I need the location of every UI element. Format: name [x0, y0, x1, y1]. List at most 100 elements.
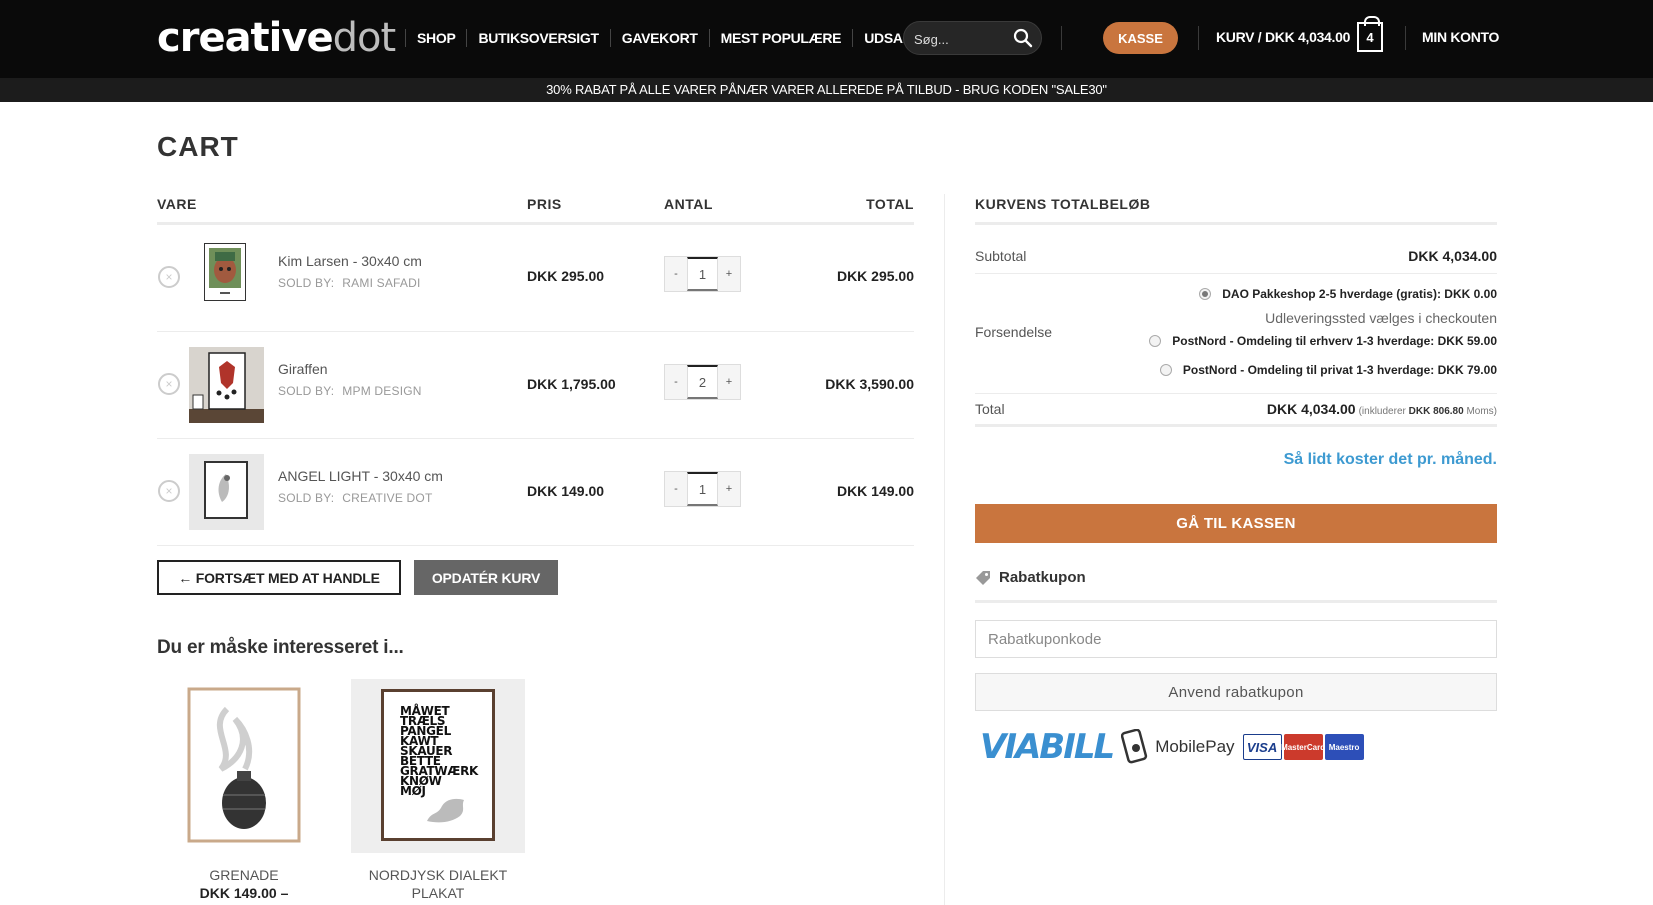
- header-divider: [1061, 26, 1062, 50]
- sold-by: SOLD BY: RAMI SAFADI: [278, 276, 421, 290]
- vat-suffix: Moms): [1466, 406, 1497, 417]
- header-divider: [1405, 26, 1406, 50]
- coupon-title: Rabatkupon: [999, 569, 1086, 586]
- qty-decrease-button[interactable]: -: [665, 472, 687, 506]
- main-nav: SHOP BUTIKSOVERSIGT GAVEKORT MEST POPULÆ…: [405, 28, 933, 48]
- qty-decrease-button[interactable]: -: [665, 257, 687, 291]
- product-name[interactable]: Giraffen: [278, 361, 328, 377]
- column-header-price: PRIS: [527, 196, 562, 212]
- cross-sell-title: Du er måske interesseret i...: [157, 637, 404, 658]
- shipping-option[interactable]: DAO Pakkeshop 2-5 hverdage (gratis): DKK…: [1199, 287, 1497, 301]
- cross-sell-name[interactable]: GRENADE: [157, 866, 331, 884]
- cart-row: × Kim Larsen - 30x40 cm SOLD BY: RAMI SAF…: [157, 225, 914, 332]
- order-total: DKK 4,034.00: [1266, 401, 1356, 417]
- proceed-to-checkout-button[interactable]: GÅ TIL KASSEN: [975, 504, 1497, 543]
- qty-increase-button[interactable]: +: [718, 365, 740, 399]
- sold-by-label: SOLD BY:: [278, 491, 335, 505]
- header-checkout-button[interactable]: KASSE: [1103, 22, 1178, 54]
- product-thumbnail[interactable]: [189, 454, 264, 530]
- nav-mest-populaere[interactable]: MEST POPULÆRE: [710, 30, 853, 46]
- radio-icon[interactable]: [1149, 335, 1162, 347]
- subtotal-value: DKK 4,034.00: [1408, 248, 1497, 264]
- qty-increase-button[interactable]: +: [718, 257, 740, 291]
- nav-shop[interactable]: SHOP: [406, 30, 466, 46]
- shipping-option[interactable]: PostNord - Omdeling til privat 1-3 hverd…: [1159, 363, 1497, 377]
- cross-sell-price: DKK 149.00 –: [199, 885, 289, 901]
- cart-bag-icon[interactable]: 4: [1357, 16, 1383, 52]
- radio-selected-icon[interactable]: [1199, 288, 1212, 300]
- product-thumbnail[interactable]: [189, 347, 264, 423]
- close-icon: ×: [165, 270, 173, 284]
- remove-item-button[interactable]: ×: [158, 266, 180, 288]
- search-icon[interactable]: [1013, 28, 1033, 48]
- product-thumbnail[interactable]: [204, 243, 246, 301]
- column-header-product: VARE: [157, 196, 197, 212]
- cart-row: × Giraffen SOLD BY: MPM DESIGN DKK 1,795.…: [157, 332, 914, 439]
- shipping-label: Forsendelse: [975, 324, 1053, 340]
- shipping-option-label: DAO Pakkeshop 2-5 hverdage (gratis): DKK…: [1222, 287, 1497, 301]
- qty-increase-button[interactable]: +: [718, 472, 740, 506]
- grenade-poster-image: [187, 687, 301, 843]
- my-account-link[interactable]: MIN KONTO: [1422, 29, 1499, 45]
- unit-price: DKK 1,795.00: [527, 376, 616, 392]
- line-total: DKK 3,590.00: [825, 376, 914, 392]
- cart-count: 4: [1366, 29, 1374, 45]
- update-cart-button[interactable]: OPDATÉR KURV: [414, 560, 558, 595]
- quantity-stepper: - +: [664, 364, 741, 400]
- seller-name: MPM DESIGN: [342, 384, 422, 398]
- product-name[interactable]: ANGEL LIGHT - 30x40 cm: [278, 468, 443, 484]
- seller-name: RAMI SAFADI: [342, 276, 421, 290]
- shipping-option-label: PostNord - Omdeling til erhverv 1-3 hver…: [1172, 334, 1497, 348]
- quantity-stepper: - +: [664, 471, 741, 507]
- vat-note: (inkluderer DKK 806.80 Moms): [1359, 406, 1497, 417]
- close-icon: ×: [165, 377, 173, 391]
- apply-coupon-button[interactable]: Anvend rabatkupon: [975, 673, 1497, 711]
- remove-item-button[interactable]: ×: [158, 373, 180, 395]
- nav-butiksoversigt[interactable]: BUTIKSOVERSIGT: [467, 30, 609, 46]
- shipping-note: Udleveringssted vælges i checkouten: [1265, 310, 1497, 326]
- mobilepay-label: MobilePay: [1155, 737, 1235, 756]
- remove-item-button[interactable]: ×: [158, 480, 180, 502]
- monthly-price-link[interactable]: Så lidt koster det pr. måned.: [1284, 451, 1497, 469]
- subtotal-label: Subtotal: [975, 248, 1027, 264]
- payment-methods: VIABILL MobilePay VISA MasterCard Maestr…: [980, 727, 1364, 767]
- map-silhouette: [427, 798, 464, 823]
- coupon-rule: [975, 600, 1497, 603]
- sold-by: SOLD BY: CREATIVE DOT: [278, 491, 432, 505]
- cross-sell-image[interactable]: MÅWET TRÆLS PANGEL KAWT SKAUER BETTE GRA…: [351, 679, 525, 853]
- logo[interactable]: creativedot: [157, 15, 397, 61]
- maestro-logo: Maestro: [1324, 734, 1364, 760]
- dialect-poster-frame: MÅWET TRÆLS PANGEL KAWT SKAUER BETTE GRA…: [381, 689, 495, 841]
- qty-decrease-button[interactable]: -: [665, 365, 687, 399]
- seller-name: CREATIVE DOT: [342, 491, 433, 505]
- totals-rule: [975, 222, 1497, 225]
- qty-input[interactable]: [687, 472, 718, 506]
- cart-row: × ANGEL LIGHT - 30x40 cm SOLD BY: CREATIV…: [157, 439, 914, 546]
- cross-sell-name[interactable]: NORDJYSK DIALEKT PLAKAT: [351, 866, 525, 902]
- vat-prefix: (inkluderer: [1358, 406, 1406, 417]
- totals-bottom-rule: [975, 424, 1497, 427]
- row-divider: [975, 273, 1497, 274]
- continue-shopping-button[interactable]: ← FORTSÆT MED AT HANDLE: [157, 560, 401, 595]
- qty-input[interactable]: [687, 365, 718, 399]
- mobilepay-logo: MobilePay: [1121, 729, 1235, 765]
- cross-sell-image[interactable]: [157, 679, 331, 853]
- row-divider: [975, 393, 1497, 394]
- page-title: CART: [157, 131, 239, 162]
- logo-accent: dot: [332, 15, 397, 61]
- shipping-option[interactable]: PostNord - Omdeling til erhverv 1-3 hver…: [1149, 334, 1497, 348]
- column-header-qty: ANTAL: [664, 196, 713, 212]
- product-name[interactable]: Kim Larsen - 30x40 cm: [278, 253, 422, 269]
- radio-icon[interactable]: [1159, 364, 1172, 376]
- header-cart-link[interactable]: KURV / DKK 4,034.00: [1216, 29, 1350, 45]
- totals-title: KURVENS TOTALBELØB: [975, 196, 1151, 212]
- unit-price: DKK 149.00: [527, 483, 605, 499]
- portrait-image: [209, 248, 241, 294]
- promo-bar: 30% RABAT PÅ ALLE VARER PÅNÆR VARER ALLE…: [0, 78, 1653, 102]
- nav-gavekort[interactable]: GAVEKORT: [611, 30, 709, 46]
- search-input[interactable]: [914, 29, 1010, 49]
- logo-main: creative: [157, 15, 334, 61]
- qty-input[interactable]: [687, 257, 718, 291]
- mastercard-logo: MasterCard: [1281, 734, 1325, 760]
- coupon-code-input[interactable]: [975, 620, 1497, 658]
